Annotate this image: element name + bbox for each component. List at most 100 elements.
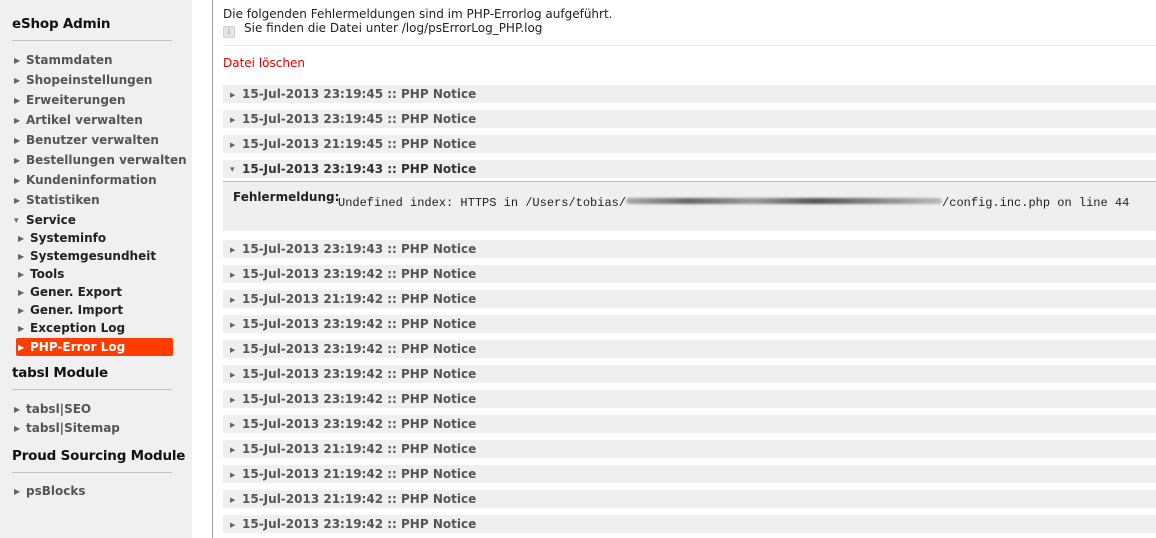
- sidebar-item-artikel-verwalten[interactable]: ▶ Artikel verwalten: [14, 111, 143, 129]
- sidebar: eShop Admin ▶ Stammdaten ▶ Shopeinstellung…: [0, 0, 192, 538]
- chevron-right-icon: ▶: [230, 371, 236, 379]
- chevron-right-icon: ▶: [18, 252, 25, 261]
- chevron-right-icon: ▶: [230, 321, 236, 329]
- sidebar-item-bestellungen-verwalten[interactable]: ▶ Bestellungen verwalten: [14, 151, 187, 169]
- sidebar-item-label: Shopeinstellungen: [26, 73, 153, 87]
- detail-label: Fehlermeldung:: [233, 190, 340, 204]
- sidebar-item-label: Exception Log: [30, 321, 126, 335]
- delete-file-link[interactable]: Datei löschen: [223, 56, 305, 70]
- log-entry-label: 15-Jul-2013 23:19:45 :: PHP Notice: [242, 87, 477, 101]
- log-entry-label: 15-Jul-2013 23:19:42 :: PHP Notice: [242, 417, 477, 431]
- sidebar-item-label: Statistiken: [26, 193, 100, 207]
- log-entry-detail: Fehlermeldung: Undefined index: HTTPS in…: [223, 181, 1156, 231]
- sidebar-item-label: Systemgesundheit: [30, 249, 157, 263]
- sidebar-item-stammdaten[interactable]: ▶ Stammdaten: [14, 51, 113, 69]
- intro-text: Die folgenden Fehlermeldungen sind im PH…: [223, 7, 613, 21]
- sidebar-item-service[interactable]: ▾ Service: [14, 211, 76, 229]
- sidebar-item-label: Gener. Import: [30, 303, 124, 317]
- sidebar-item-gener-import[interactable]: ▶ Gener. Import: [18, 301, 123, 319]
- chevron-right-icon: ▶: [230, 246, 236, 254]
- log-entry-row[interactable]: ▶ 15-Jul-2013 21:19:42 :: PHP Notice: [223, 465, 1156, 483]
- section-title-proud-sourcing-module: Proud Sourcing Module: [12, 448, 186, 464]
- log-entry-row[interactable]: ▾ 15-Jul-2013 23:19:43 :: PHP Notice: [223, 160, 1156, 178]
- sidebar-item-label: tabsl|SEO: [26, 402, 92, 416]
- sidebar-item-systemgesundheit[interactable]: ▶ Systemgesundheit: [18, 247, 156, 265]
- chevron-right-icon: ▶: [230, 471, 236, 479]
- chevron-right-icon: ▶: [18, 270, 25, 279]
- info-line: i Sie finden die Datei unter /log/psError…: [223, 21, 542, 38]
- log-entry-row[interactable]: ▶ 15-Jul-2013 23:19:42 :: PHP Notice: [223, 365, 1156, 383]
- log-entry-label: 15-Jul-2013 21:19:42 :: PHP Notice: [242, 292, 477, 306]
- chevron-right-icon: ▶: [14, 136, 21, 145]
- sidebar-item-label: Gener. Export: [30, 285, 123, 299]
- sidebar-item-benutzer-verwalten[interactable]: ▶ Benutzer verwalten: [14, 131, 159, 149]
- chevron-right-icon: ▶: [230, 521, 236, 529]
- log-entry-row[interactable]: ▶ 15-Jul-2013 23:19:42 :: PHP Notice: [223, 415, 1156, 433]
- sidebar-item-systeminfo[interactable]: ▶ Systeminfo: [18, 229, 106, 247]
- sidebar-item-label: PHP-Error Log: [30, 340, 126, 354]
- section-divider: [12, 40, 172, 41]
- chevron-right-icon: ▶: [14, 76, 21, 85]
- sidebar-item-exception-log[interactable]: ▶ Exception Log: [18, 319, 125, 337]
- log-entry-row[interactable]: ▶ 15-Jul-2013 23:19:45 :: PHP Notice: [223, 110, 1156, 128]
- chevron-right-icon: ▶: [14, 116, 21, 125]
- chevron-right-icon: ▶: [14, 56, 21, 65]
- log-entry-label: 15-Jul-2013 21:19:42 :: PHP Notice: [242, 442, 477, 456]
- chevron-right-icon: ▶: [230, 296, 236, 304]
- sidebar-item-psblocks[interactable]: ▶ psBlocks: [14, 482, 85, 500]
- sidebar-item-tabsl-sitemap[interactable]: ▶ tabsl|Sitemap: [14, 419, 120, 437]
- section-divider: [12, 389, 172, 390]
- log-entry-row[interactable]: ▶ 15-Jul-2013 23:19:42 :: PHP Notice: [223, 315, 1156, 333]
- chevron-right-icon: ▶: [230, 91, 236, 99]
- sidebar-item-shopeinstellungen[interactable]: ▶ Shopeinstellungen: [14, 71, 152, 89]
- sidebar-item-kundeninformation[interactable]: ▶ Kundeninformation: [14, 171, 157, 189]
- chevron-right-icon: ▶: [230, 346, 236, 354]
- chevron-right-icon: ▶: [14, 196, 21, 205]
- sidebar-item-erweiterungen[interactable]: ▶ Erweiterungen: [14, 91, 126, 109]
- log-entry-row[interactable]: ▶ 15-Jul-2013 21:19:42 :: PHP Notice: [223, 290, 1156, 308]
- sidebar-item-label: tabsl|Sitemap: [26, 421, 120, 435]
- sidebar-item-statistiken[interactable]: ▶ Statistiken: [14, 191, 100, 209]
- error-message-prefix: Undefined index: HTTPS in /Users/tobias/: [338, 196, 627, 210]
- log-entry-row[interactable]: ▶ 15-Jul-2013 23:19:43 :: PHP Notice: [223, 240, 1156, 258]
- log-entry-row[interactable]: ▶ 15-Jul-2013 23:19:42 :: PHP Notice: [223, 265, 1156, 283]
- chevron-right-icon: ▶: [14, 405, 21, 414]
- chevron-right-icon: ▶: [230, 396, 236, 404]
- chevron-down-icon: ▾: [230, 165, 235, 175]
- log-entry-label: 15-Jul-2013 23:19:45 :: PHP Notice: [242, 112, 477, 126]
- log-entry-row[interactable]: ▶ 15-Jul-2013 21:19:45 :: PHP Notice: [223, 135, 1156, 153]
- sidebar-item-tabsl-seo[interactable]: ▶ tabsl|SEO: [14, 400, 91, 418]
- log-entry-row[interactable]: ▶ 15-Jul-2013 21:19:42 :: PHP Notice: [223, 440, 1156, 458]
- sidebar-item-label: Service: [26, 213, 76, 227]
- chevron-right-icon: ▶: [230, 116, 236, 124]
- redacted-path: [626, 198, 943, 204]
- chevron-right-icon: ▶: [14, 487, 21, 496]
- sidebar-item-label: Tools: [30, 267, 65, 281]
- chevron-right-icon: ▶: [18, 306, 25, 315]
- frame-divider: [212, 0, 213, 538]
- chevron-right-icon: ▶: [14, 424, 21, 433]
- error-message: Undefined index: HTTPS in /Users/tobias/…: [338, 196, 1129, 210]
- info-text: Sie finden die Datei unter /log/psErrorL…: [244, 21, 543, 35]
- sidebar-item-tools[interactable]: ▶ Tools: [18, 265, 64, 283]
- log-entry-row[interactable]: ▶ 15-Jul-2013 23:19:42 :: PHP Notice: [223, 515, 1156, 533]
- sidebar-item-label: Kundeninformation: [26, 173, 157, 187]
- chevron-right-icon: ▶: [14, 156, 21, 165]
- log-entry-label: 15-Jul-2013 23:19:42 :: PHP Notice: [242, 267, 477, 281]
- log-entry-label: 15-Jul-2013 23:19:42 :: PHP Notice: [242, 317, 477, 331]
- chevron-right-icon: ▶: [230, 271, 236, 279]
- log-entry-row[interactable]: ▶ 15-Jul-2013 21:19:42 :: PHP Notice: [223, 490, 1156, 508]
- sidebar-item-php-error-log[interactable]: ▶ PHP-Error Log: [16, 338, 173, 356]
- section-divider: [12, 472, 172, 473]
- chevron-right-icon: ▶: [230, 421, 236, 429]
- chevron-right-icon: ▶: [18, 234, 25, 243]
- chevron-down-icon: ▾: [14, 216, 19, 226]
- log-entry-row[interactable]: ▶ 15-Jul-2013 23:19:45 :: PHP Notice: [223, 85, 1156, 103]
- log-entry-row[interactable]: ▶ 15-Jul-2013 23:19:42 :: PHP Notice: [223, 340, 1156, 358]
- chevron-right-icon: ▶: [230, 496, 236, 504]
- chevron-right-icon: ▶: [18, 343, 25, 352]
- chevron-right-icon: ▶: [14, 96, 21, 105]
- log-entry-row[interactable]: ▶ 15-Jul-2013 23:19:42 :: PHP Notice: [223, 390, 1156, 408]
- sidebar-item-gener-export[interactable]: ▶ Gener. Export: [18, 283, 122, 301]
- log-entry-label: 15-Jul-2013 23:19:43 :: PHP Notice: [242, 162, 477, 176]
